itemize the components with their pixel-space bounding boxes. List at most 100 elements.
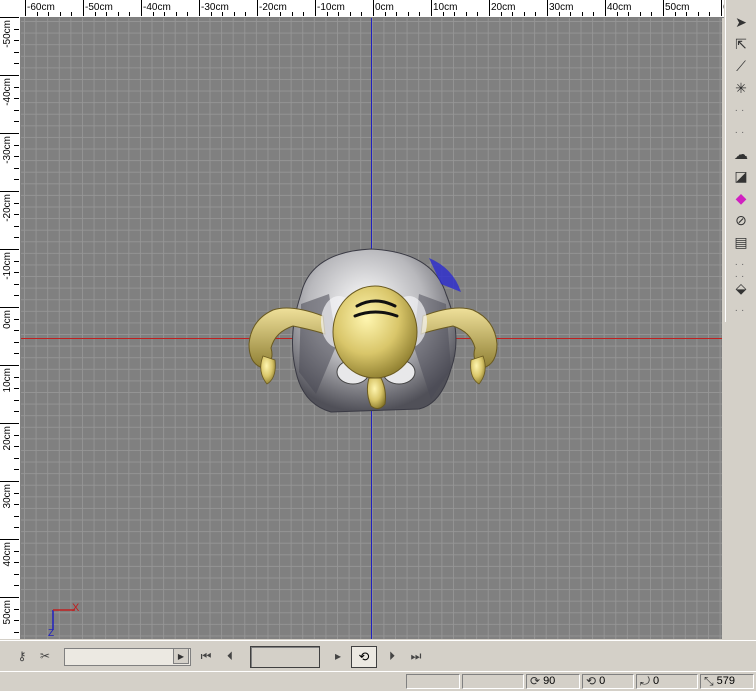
- rotate-x-field[interactable]: ⟳ 90: [526, 674, 580, 689]
- ruler-left-major-tick: [0, 423, 19, 424]
- ruler-left-major-tick: [0, 133, 19, 134]
- ruler-left-minor-tick: [14, 156, 19, 158]
- ruler-top-major-tick: [605, 0, 606, 16]
- bone-tool-icon[interactable]: ⟋: [729, 56, 753, 76]
- rotate-x-value: 90: [543, 675, 556, 687]
- ruler-left-minor-tick: [14, 492, 19, 494]
- ruler-left-minor-tick: [14, 585, 19, 587]
- ruler-left-minor-tick: [14, 179, 19, 181]
- ruler-top-minor-tick: [106, 12, 108, 16]
- ruler-top-minor-tick: [442, 12, 444, 16]
- add-select-icon[interactable]: ⇱: [729, 34, 753, 54]
- ruler-top-minor-tick: [338, 12, 340, 16]
- ruler-top-major-tick: [663, 0, 664, 16]
- ruler-left-major-tick: [0, 249, 19, 250]
- shape-edit-icon[interactable]: ◪: [729, 166, 753, 186]
- loop-button[interactable]: ⟲: [351, 646, 377, 668]
- ruler-left-minor-tick: [14, 434, 19, 436]
- ruler-left-minor-tick: [14, 318, 19, 320]
- ruler-top-minor-tick: [616, 12, 618, 16]
- ruler-left-minor-tick: [14, 202, 19, 204]
- rotate-z-icon: ⤾: [640, 674, 650, 688]
- dotted-tool-icon[interactable]: ··: [729, 122, 753, 142]
- ruler-top-minor-tick: [523, 12, 525, 16]
- ruler-top-major-tick: [83, 0, 84, 16]
- ruler-left-label: 0cm: [2, 310, 13, 329]
- ruler-top-minor-tick: [59, 12, 61, 16]
- ruler-top-minor-tick: [222, 12, 224, 16]
- scroll-right-button[interactable]: ▶: [173, 648, 189, 664]
- play-icon[interactable]: ▸: [328, 647, 348, 665]
- ruler-left-minor-tick: [14, 388, 19, 390]
- ruler-top-minor-tick: [581, 12, 583, 16]
- ruler-left-minor-tick: [14, 295, 19, 297]
- dotted-tool-icon[interactable]: ··: [729, 300, 753, 320]
- ruler-left-minor-tick: [14, 469, 19, 471]
- zoom-icon: ⤡: [704, 674, 714, 688]
- ruler-top-minor-tick: [326, 12, 328, 16]
- frame-input[interactable]: [250, 646, 320, 668]
- ruler-top-major-tick: [25, 0, 26, 16]
- ruler-top-minor-tick: [651, 12, 653, 16]
- stack-icon[interactable]: ▤: [729, 232, 753, 252]
- ruler-top-minor-tick: [303, 12, 305, 16]
- go-start-icon[interactable]: ⏮: [196, 647, 216, 665]
- ruler-top-minor-tick: [535, 12, 537, 16]
- ruler-top-major-tick: [547, 0, 548, 16]
- ruler-top-minor-tick: [477, 12, 479, 16]
- ruler-top-minor-tick: [233, 12, 235, 16]
- ruler-left-minor-tick: [14, 86, 19, 88]
- ruler-left-label: -30cm: [2, 136, 13, 164]
- rotate-circle-icon[interactable]: ⊘: [729, 210, 753, 230]
- zoom-value: 579: [716, 675, 735, 687]
- timeline-scrollbar[interactable]: [64, 648, 191, 666]
- step-forward-icon[interactable]: ⏵: [382, 647, 402, 665]
- 3d-viewport[interactable]: X Z: [21, 18, 722, 639]
- ruler-top-minor-tick: [152, 12, 154, 16]
- rotate-y-field[interactable]: ⟲ 0: [582, 674, 634, 689]
- paint-icon[interactable]: ◆: [729, 188, 753, 208]
- ruler-top-minor-tick: [187, 12, 189, 16]
- ruler-left-minor-tick: [14, 121, 19, 123]
- delete-key-icon[interactable]: ✂: [35, 647, 55, 665]
- zoom-field[interactable]: ⤡ 579: [700, 674, 754, 689]
- rotate-z-value: 0: [653, 675, 660, 687]
- ruler-top-major-tick: [257, 0, 258, 16]
- ruler-left-minor-tick: [14, 272, 19, 274]
- timeline-bar: ⚷ ✂ ◀ ▶ ⏮ ⏴ ▸ ⟲ ⏵ ⏭: [0, 640, 756, 671]
- ruler-top-minor-tick: [674, 12, 676, 16]
- go-end-icon[interactable]: ⏭: [406, 647, 426, 665]
- select-arrow-icon[interactable]: ➤: [729, 12, 753, 32]
- dotted-tool-icon[interactable]: ··: [729, 100, 753, 120]
- ruler-top-minor-tick: [268, 12, 270, 16]
- ruler-left-minor-tick: [14, 28, 19, 30]
- rotate-z-field[interactable]: ⤾ 0: [636, 674, 698, 689]
- gizmo-x-label: X: [72, 602, 80, 614]
- ruler-top-label: 6: [723, 2, 724, 13]
- cloud-shape-icon[interactable]: ☁: [729, 144, 753, 164]
- character-model[interactable]: [241, 244, 503, 416]
- ruler-top-minor-tick: [210, 12, 212, 16]
- ruler-top-label: -40cm: [143, 2, 171, 13]
- ruler-top-minor-tick: [36, 12, 38, 16]
- ruler-left-minor-tick: [14, 399, 19, 401]
- status-bar: ⟳ 90 ⟲ 0 ⤾ 0 ⤡ 579: [0, 671, 756, 691]
- ruler-left-minor-tick: [14, 550, 19, 552]
- sparkle-tool-icon[interactable]: ✳: [729, 78, 753, 98]
- ruler-top-minor-tick: [419, 12, 421, 16]
- ruler-left-minor-tick: [14, 214, 19, 216]
- ruler-left-label: 10cm: [2, 368, 13, 393]
- ruler-top-minor-tick: [639, 12, 641, 16]
- ruler-top-major-tick: [141, 0, 142, 16]
- ruler-top-minor-tick: [245, 12, 247, 16]
- key-icon[interactable]: ⚷: [12, 647, 32, 665]
- ruler-left-minor-tick: [14, 631, 19, 633]
- ruler-left-minor-tick: [14, 40, 19, 42]
- step-back-icon[interactable]: ⏴: [220, 647, 240, 665]
- ruler-top-label: -20cm: [259, 2, 287, 13]
- ruler-top-major-tick: [721, 0, 722, 16]
- diamond-mesh-icon[interactable]: ⬙: [729, 278, 753, 298]
- ruler-left-major-tick: [0, 75, 19, 76]
- tool-palette: ➤ ⇱ ⟋ ✳ ·· ·· ☁ ◪ ◆ ⊘ ▤ ·· ·· ⬙ ··: [725, 0, 756, 322]
- ruler-top-label: -10cm: [317, 2, 345, 13]
